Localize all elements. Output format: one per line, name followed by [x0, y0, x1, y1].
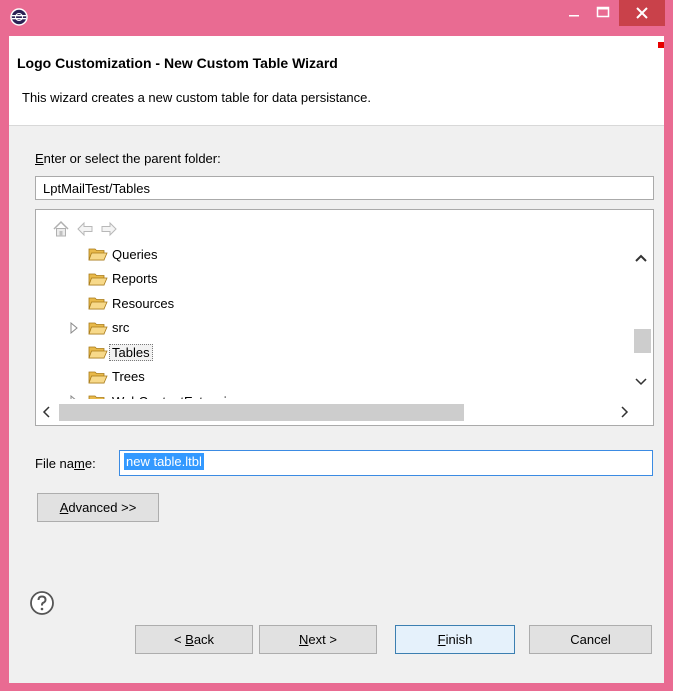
maximize-icon [596, 6, 610, 18]
tree-item-label: src [112, 320, 130, 335]
tree-item[interactable]: Queries [88, 243, 158, 265]
finish-button[interactable]: Finish [395, 625, 515, 654]
wizard-title: Logo Customization - New Custom Table Wi… [17, 55, 338, 71]
tree-item[interactable]: src [70, 317, 130, 339]
scroll-down-icon[interactable] [633, 373, 649, 389]
scroll-up-icon[interactable] [633, 251, 649, 267]
tree-viewport: Queries Reports Resources src Tables Trees Web… [36, 243, 629, 399]
dialog-body: Logo Customization - New Custom Table Wi… [9, 36, 664, 683]
close-button[interactable] [619, 0, 665, 26]
tree-item[interactable]: Resources [88, 292, 174, 314]
maximize-button[interactable] [588, 0, 618, 26]
minimize-button[interactable] [560, 0, 588, 26]
parent-folder-input[interactable] [35, 176, 654, 200]
tree-item-label: Resources [112, 295, 175, 311]
back-button[interactable]: < Back [135, 625, 253, 654]
vertical-scroll-thumb[interactable] [634, 329, 651, 353]
tree-item[interactable]: Reports [88, 268, 158, 290]
close-icon [636, 7, 648, 19]
file-name-input[interactable]: new table.ltbl [119, 450, 653, 476]
home-icon[interactable] [52, 220, 70, 238]
folder-icon [88, 297, 108, 310]
advanced-button[interactable]: Advanced >> [37, 493, 159, 522]
file-name-label: File name: [35, 456, 96, 471]
tree-item[interactable]: Trees [88, 366, 145, 388]
tree-toolbar [52, 220, 118, 238]
folder-icon [88, 273, 108, 285]
tree-horizontal-scrollbar[interactable] [36, 399, 653, 424]
tree-item[interactable]: WebContentExtensions [70, 390, 248, 399]
forward-arrow-icon[interactable] [100, 220, 118, 238]
expand-arrow-icon[interactable] [69, 321, 79, 334]
cancel-button[interactable]: Cancel [529, 625, 652, 654]
eclipse-app-icon [10, 8, 28, 26]
folder-icon [88, 248, 108, 261]
minimize-icon [569, 15, 579, 17]
folder-tree[interactable]: Queries Reports Resources src Tables Trees Web… [35, 209, 654, 426]
tree-item-label: Trees [112, 369, 145, 384]
folder-icon [88, 371, 108, 383]
title-bar[interactable] [0, 0, 673, 36]
back-arrow-icon[interactable] [76, 220, 94, 238]
wizard-window: Logo Customization - New Custom Table Wi… [0, 0, 673, 691]
folder-icon [88, 346, 108, 359]
parent-folder-label: Enter or select the parent folder: [35, 151, 221, 166]
wizard-description: This wizard creates a new custom table f… [22, 90, 371, 105]
tree-item-label: Reports [112, 271, 158, 286]
folder-icon [88, 322, 108, 334]
file-name-selected-text: new table.ltbl [124, 453, 204, 470]
horizontal-scroll-thumb[interactable] [59, 404, 464, 421]
tree-vertical-scrollbar[interactable] [629, 243, 653, 399]
tree-item[interactable]: Tables [88, 341, 153, 363]
tree-item-label: Tables [109, 343, 153, 361]
next-button[interactable]: Next > [259, 625, 377, 654]
wizard-banner: Logo Customization - New Custom Table Wi… [9, 36, 664, 126]
scroll-right-icon[interactable] [616, 404, 632, 420]
banner-corner-mark [658, 42, 664, 48]
tree-item-label: Queries [112, 246, 158, 262]
help-icon[interactable] [29, 590, 55, 616]
scroll-left-icon[interactable] [39, 404, 55, 420]
